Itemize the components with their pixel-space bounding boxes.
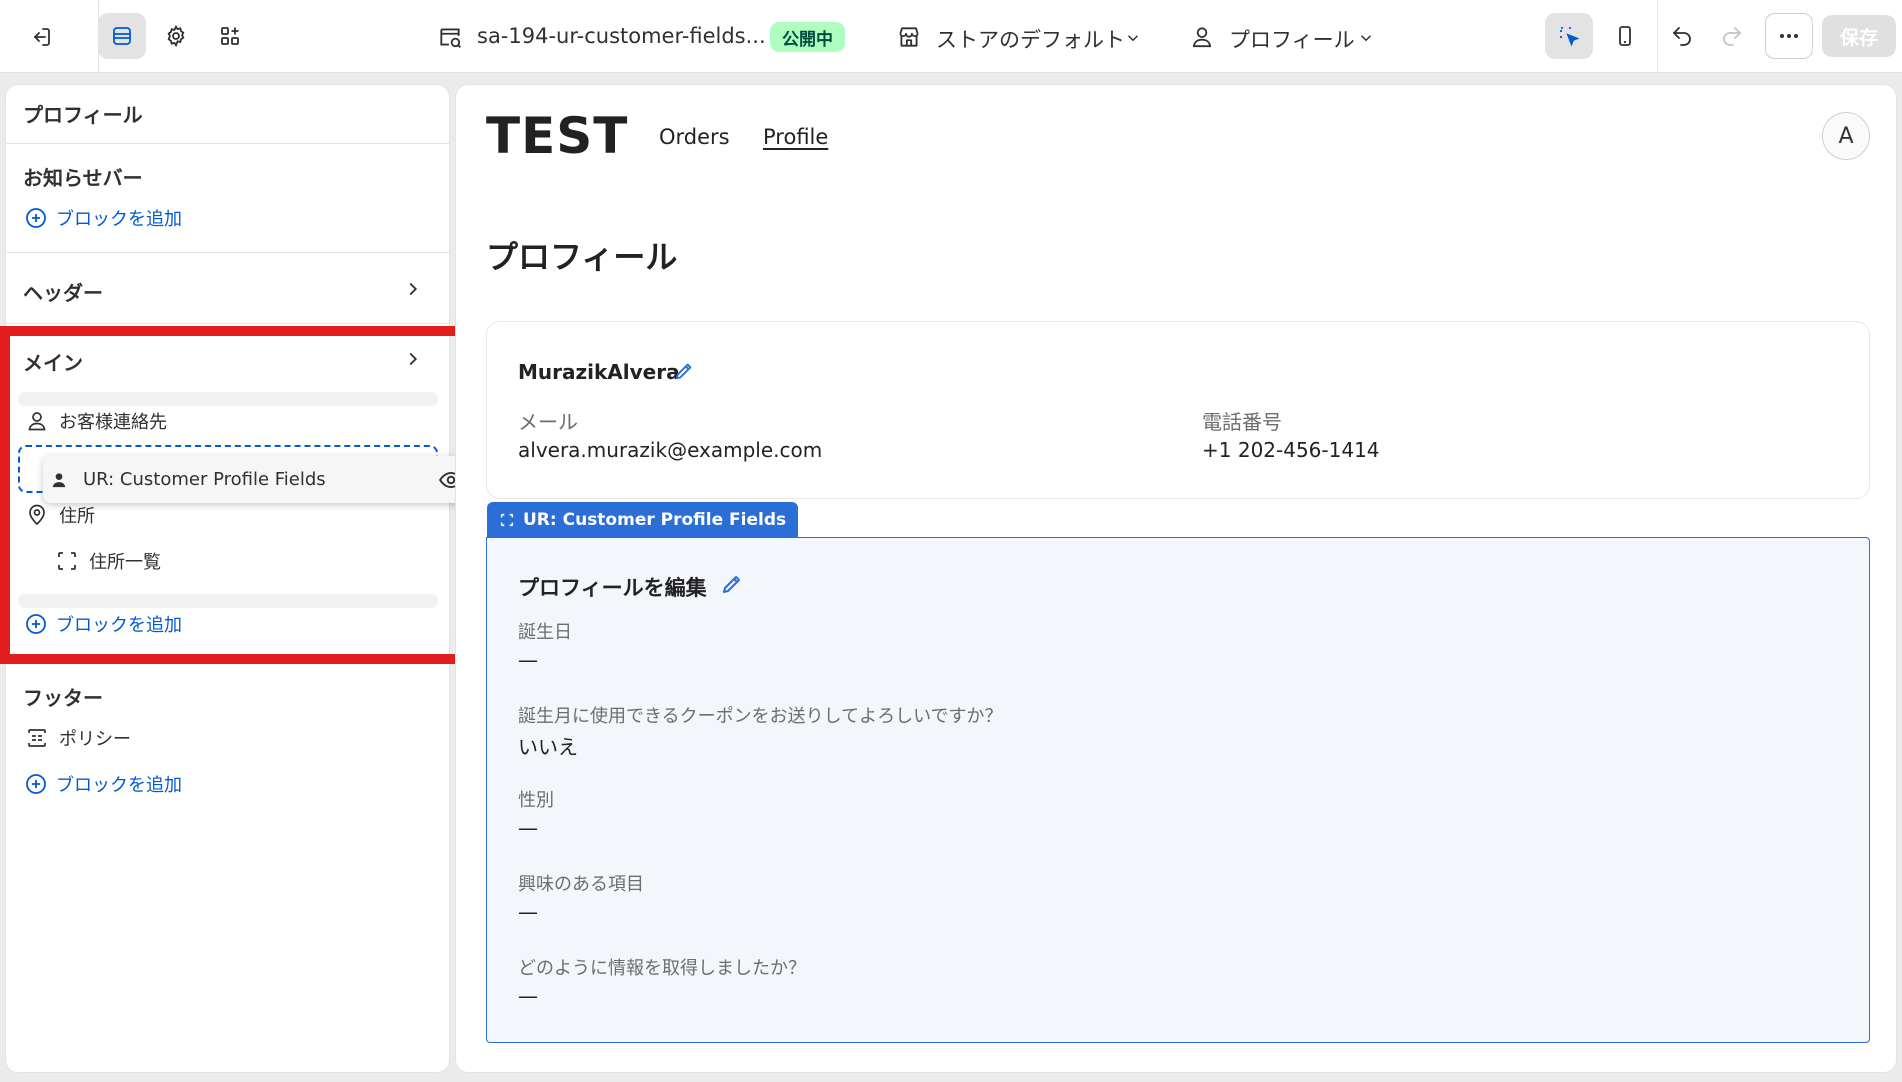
theme-settings-button[interactable] [152, 13, 200, 59]
field-label-coupon: 誕生月に使用できるクーポンをお送りしてよろしいですか？ [518, 706, 1003, 727]
block-policy[interactable]: ポリシー [25, 725, 131, 751]
person-icon [28, 412, 46, 431]
chevron-right-icon[interactable] [402, 278, 424, 300]
dragging-block-label: UR: Customer Profile Fields [83, 469, 326, 490]
plus-circle-icon [26, 208, 46, 228]
field-value-birthday: — [518, 648, 538, 672]
section-main[interactable]: メイン [23, 347, 83, 376]
person-icon [1192, 27, 1212, 48]
person-filled-icon [52, 472, 66, 487]
exit-icon [34, 28, 50, 46]
divider [6, 323, 449, 324]
theme-store-icon [440, 28, 461, 48]
exit-button[interactable] [18, 15, 64, 59]
divider [6, 252, 449, 253]
more-actions-button[interactable] [1765, 13, 1813, 59]
customer-name: MurazikAlvera [518, 360, 680, 384]
edit-profile-card[interactable]: プロフィールを編集 誕生日 — 誕生月に使用できるクーポンをお送りしてよろしいで… [486, 537, 1870, 1043]
dragging-block-card[interactable]: UR: Customer Profile Fields [43, 456, 468, 503]
location-pin-icon [29, 504, 45, 526]
apps-icon [221, 27, 239, 45]
block-label: 住所一覧 [89, 552, 161, 573]
block-label: お客様連絡先 [59, 412, 167, 433]
nav-profile[interactable]: Profile [763, 125, 828, 149]
add-block-button-announcement[interactable]: ブロックを追加 [24, 205, 182, 231]
status-badge: 公開中 [770, 22, 845, 52]
editor-topbar: sa-194-ur-customer-fields... 公開中 ストアのデフォ… [0, 0, 1902, 73]
field-label-birthday: 誕生日 [518, 622, 572, 643]
device-preview-button[interactable] [1601, 13, 1649, 59]
theme-name[interactable]: sa-194-ur-customer-fields... [477, 24, 766, 48]
sections-button[interactable] [98, 13, 146, 59]
field-value-gender: — [518, 816, 538, 840]
section-header[interactable]: ヘッダー [23, 277, 103, 306]
field-value-interests: — [518, 900, 538, 924]
field-label-gender: 性別 [518, 790, 554, 811]
divider [6, 143, 449, 144]
phone-value: +1 202-456-1414 [1202, 438, 1380, 462]
drop-zone [18, 392, 438, 406]
save-button[interactable]: 保存 [1822, 15, 1896, 57]
store-logo[interactable]: TEST [486, 107, 628, 165]
store-icon [899, 27, 919, 47]
section-footer[interactable]: フッター [23, 682, 103, 711]
page-selector[interactable]: プロフィール [1229, 24, 1355, 54]
add-block-label: ブロックを追加 [56, 775, 182, 796]
block-address-list[interactable]: 住所一覧 [55, 548, 161, 574]
apps-button[interactable] [206, 13, 254, 59]
plus-circle-icon [26, 774, 46, 794]
mobile-icon [1619, 26, 1631, 46]
email-value: alvera.murazik@example.com [518, 438, 823, 462]
field-value-source: — [518, 984, 538, 1008]
section-frame-icon [500, 513, 514, 526]
block-address[interactable]: 住所 [25, 502, 95, 528]
customer-contact-card[interactable]: MurazikAlvera メール alvera.murazik@example… [486, 321, 1870, 499]
email-label: メール [518, 410, 578, 434]
chevron-down-icon[interactable] [1357, 29, 1375, 47]
selected-block-label: UR: Customer Profile Fields [523, 509, 787, 530]
sections-icon [113, 27, 131, 45]
more-horizontal-icon [1780, 34, 1798, 38]
chevron-right-icon[interactable] [402, 348, 424, 370]
selected-block-tab[interactable]: UR: Customer Profile Fields [487, 502, 799, 537]
nav-orders[interactable]: Orders [659, 125, 730, 149]
undo-icon [1672, 27, 1691, 46]
inspector-button[interactable] [1545, 13, 1593, 59]
chevron-down-icon[interactable] [1124, 29, 1142, 47]
block-label: ポリシー [59, 729, 131, 750]
plus-circle-icon [26, 614, 46, 634]
redo-icon [1723, 27, 1742, 46]
add-block-button-footer[interactable]: ブロックを追加 [24, 771, 182, 797]
page-title: プロフィール [486, 238, 678, 276]
field-value-coupon: いいえ [518, 735, 578, 759]
block-customer-contact[interactable]: お客様連絡先 [25, 408, 167, 434]
phone-label: 電話番号 [1202, 410, 1282, 434]
pencil-icon[interactable] [673, 360, 695, 382]
storefront-preview: TEST Orders Profile A プロフィール MurazikAlve… [456, 85, 1896, 1072]
undo-button[interactable] [1658, 13, 1706, 59]
section-announcement-bar[interactable]: お知らせバー [23, 162, 143, 191]
avatar[interactable]: A [1822, 112, 1870, 160]
field-label-interests: 興味のある項目 [518, 874, 644, 895]
policy-icon [28, 729, 46, 747]
store-selector[interactable]: ストアのデフォルト [936, 24, 1125, 54]
section-frame-icon [58, 552, 76, 570]
edit-profile-title: プロフィールを編集 [518, 576, 707, 600]
select-cursor-icon [1560, 27, 1580, 47]
drop-zone [18, 594, 438, 608]
add-block-button-main[interactable]: ブロックを追加 [24, 611, 182, 637]
block-label: 住所 [59, 506, 95, 527]
gear-icon [167, 25, 185, 48]
sidebar-title: プロフィール [23, 103, 143, 127]
pencil-icon[interactable] [720, 572, 744, 596]
add-block-label: ブロックを追加 [56, 615, 182, 636]
field-label-source: どのように情報を取得しましたか？ [518, 958, 806, 979]
add-block-label: ブロックを追加 [56, 209, 182, 230]
sections-sidebar: プロフィール お知らせバー ブロックを追加 ヘッダー メイン お客様連絡先 UR… [6, 85, 468, 1072]
redo-button[interactable] [1708, 13, 1756, 59]
